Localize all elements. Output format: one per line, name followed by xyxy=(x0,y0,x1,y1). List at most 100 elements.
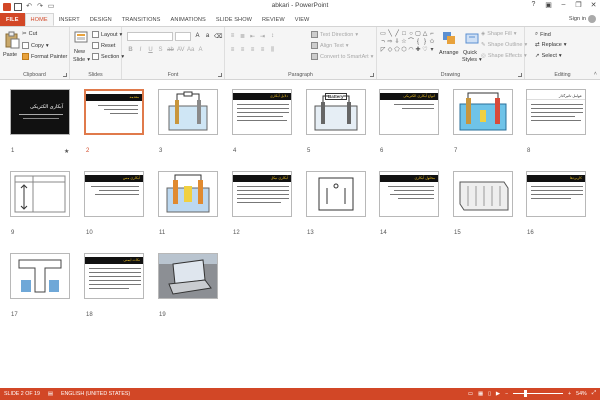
spellcheck-icon[interactable]: ▤ xyxy=(48,391,53,397)
slideshow-view-icon[interactable]: ▶ xyxy=(496,391,500,397)
slide-thumbnail-16[interactable]: کاربردها xyxy=(526,171,586,217)
replace-button[interactable]: ⇄ Replace ▾ xyxy=(535,42,567,48)
arrow-down-shape-icon[interactable]: ⇩ xyxy=(394,39,400,46)
new-slide-label-line1[interactable]: New xyxy=(74,49,85,55)
copy-button[interactable]: Copy ▾ xyxy=(22,42,49,49)
collapse-ribbon-icon[interactable]: ˄ xyxy=(594,71,597,77)
help-icon[interactable]: ? xyxy=(529,1,538,9)
minimize-icon[interactable]: – xyxy=(559,1,568,9)
italic-icon[interactable]: I xyxy=(137,47,144,53)
slide-thumbnail-15[interactable] xyxy=(453,171,513,217)
paragraph-launcher-icon[interactable] xyxy=(370,73,374,77)
font-color-icon[interactable]: A xyxy=(197,47,204,53)
strikethrough-icon[interactable]: ab xyxy=(167,47,174,53)
slide-thumbnail-7[interactable] xyxy=(453,89,513,135)
brace-shape-icon[interactable]: } xyxy=(422,39,428,46)
line-shape-icon[interactable]: ╱ xyxy=(394,31,400,38)
paste-icon[interactable] xyxy=(4,31,20,49)
increase-indent-icon[interactable]: ⇥ xyxy=(259,33,266,40)
tab-view[interactable]: VIEW xyxy=(290,13,315,26)
tab-insert[interactable]: INSERT xyxy=(54,13,85,26)
columns-icon[interactable]: ⫼ xyxy=(269,47,276,54)
star-shape-icon[interactable]: ☆ xyxy=(401,39,407,46)
align-text-button[interactable]: Align Text ▾ xyxy=(311,42,349,49)
triangle-shape-icon[interactable]: △ xyxy=(422,31,428,38)
close-icon[interactable]: ✕ xyxy=(589,1,598,9)
ribbon-display-icon[interactable]: ▣ xyxy=(544,1,553,9)
reset-button[interactable]: Reset xyxy=(92,42,115,49)
clear-formatting-icon[interactable]: ⌫ xyxy=(214,33,222,40)
slide-sorter-view-icon[interactable]: ▦ xyxy=(478,391,483,397)
shape-outline-button[interactable]: ✎ Shape Outline ▾ xyxy=(481,42,527,48)
paste-button[interactable]: Paste xyxy=(3,52,17,58)
animation-star-icon[interactable]: ★ xyxy=(64,148,69,155)
hexagon-shape-icon[interactable]: ⬡ xyxy=(401,47,407,54)
callout-shape-icon[interactable]: ◸ xyxy=(380,47,386,54)
shapes-gallery[interactable]: ▭ ╲ ╱ □ ○ ▢ △ ⌐ ¬ ⇨ ⇩ ☆ ⌒{} ✩ ◸ ◇ ⬠ ⬡ ◠ ✚ ♡ ▾ xyxy=(380,31,435,61)
arrange-icon[interactable] xyxy=(442,31,458,47)
drawing-launcher-icon[interactable] xyxy=(518,73,522,77)
start-slideshow-icon[interactable]: ▭ xyxy=(47,3,55,11)
save-icon[interactable] xyxy=(14,2,22,11)
tab-design[interactable]: DESIGN xyxy=(85,13,117,26)
connector-shape-icon[interactable]: ⌐ xyxy=(429,31,435,38)
numbering-icon[interactable]: ≣ xyxy=(239,33,246,40)
zoom-in-icon[interactable]: + xyxy=(568,391,571,397)
slide-thumbnail-2[interactable]: مقدمه xyxy=(84,89,144,135)
shadow-icon[interactable]: S xyxy=(157,47,164,53)
slide-thumbnail-8[interactable]: عوامل تاثیرگذار xyxy=(526,89,586,135)
justify-icon[interactable]: ≡ xyxy=(259,47,266,54)
new-slide-button[interactable]: Slide ▾ xyxy=(73,57,90,63)
slide-thumbnail-5[interactable]: Battery xyxy=(306,89,366,135)
line-spacing-icon[interactable]: ↕ xyxy=(269,33,276,40)
font-name-input[interactable] xyxy=(127,32,173,41)
tab-animations[interactable]: ANIMATIONS xyxy=(166,13,211,26)
decrease-indent-icon[interactable]: ⇤ xyxy=(249,33,256,40)
bullets-icon[interactable]: ≡ xyxy=(229,33,236,40)
tab-file[interactable]: FILE xyxy=(0,13,25,26)
brace-shape-icon[interactable]: { xyxy=(415,39,421,46)
section-button[interactable]: Section ▾ xyxy=(92,53,124,60)
zoom-level[interactable]: 54% xyxy=(576,391,587,397)
avatar[interactable] xyxy=(588,15,596,23)
heart-shape-icon[interactable]: ♡ xyxy=(422,47,428,54)
restore-icon[interactable]: ❐ xyxy=(574,1,583,9)
shrink-font-icon[interactable]: a xyxy=(204,33,211,40)
character-spacing-icon[interactable]: AV xyxy=(177,47,185,53)
slide-thumbnail-14[interactable]: محلول آبکاری xyxy=(379,171,439,217)
line-shape-icon[interactable]: ╲ xyxy=(387,31,393,38)
star-shape-icon[interactable]: ✩ xyxy=(429,39,435,46)
tab-transitions[interactable]: TRANSITIONS xyxy=(117,13,166,26)
slide-thumbnail-3[interactable] xyxy=(158,89,218,135)
slide-thumbnail-17[interactable] xyxy=(10,253,70,299)
bold-icon[interactable]: B xyxy=(127,47,134,53)
rectangle-shape-icon[interactable]: □ xyxy=(401,31,407,38)
cut-button[interactable]: ✂ Cut xyxy=(22,31,37,37)
slide-thumbnail-6[interactable]: انواع آبکاری الکتریکی xyxy=(379,89,439,135)
arc-shape-icon[interactable]: ◠ xyxy=(408,47,414,54)
reading-view-icon[interactable]: ▯ xyxy=(488,391,491,397)
slide-thumbnail-11[interactable] xyxy=(158,171,218,217)
flowchart-shape-icon[interactable]: ◇ xyxy=(387,47,393,54)
slide-thumbnail-4[interactable]: دلایل آبکاری xyxy=(232,89,292,135)
textbox-shape-icon[interactable]: ▭ xyxy=(380,31,386,38)
slide-thumbnail-18[interactable]: نکات ایمنی xyxy=(84,253,144,299)
align-right-icon[interactable]: ≡ xyxy=(249,47,256,54)
text-direction-button[interactable]: Text Direction ▾ xyxy=(311,31,358,38)
oval-shape-icon[interactable]: ○ xyxy=(408,31,414,38)
redo-icon[interactable]: ↷ xyxy=(36,3,44,11)
arrange-button[interactable]: Arrange xyxy=(439,50,459,56)
more-shapes-icon[interactable]: ▾ xyxy=(429,47,435,54)
zoom-slider[interactable] xyxy=(513,390,564,397)
layout-button[interactable]: Layout ▾ xyxy=(92,31,122,38)
quick-styles-label-line1[interactable]: Quick xyxy=(463,50,477,56)
font-size-input[interactable] xyxy=(175,32,191,41)
slide-thumbnail-1[interactable]: آبکاری الکتریکی xyxy=(10,89,70,135)
shape-fill-button[interactable]: ◈ Shape Fill ▾ xyxy=(481,31,516,37)
find-button[interactable]: ⌕ Find xyxy=(535,31,551,38)
quick-styles-button[interactable]: Styles ▾ xyxy=(462,57,482,63)
normal-view-icon[interactable]: ▭ xyxy=(468,391,473,397)
shape-effects-button[interactable]: ◎ Shape Effects ▾ xyxy=(481,53,527,59)
connector-shape-icon[interactable]: ¬ xyxy=(380,39,386,46)
change-case-icon[interactable]: Aa xyxy=(187,47,194,53)
